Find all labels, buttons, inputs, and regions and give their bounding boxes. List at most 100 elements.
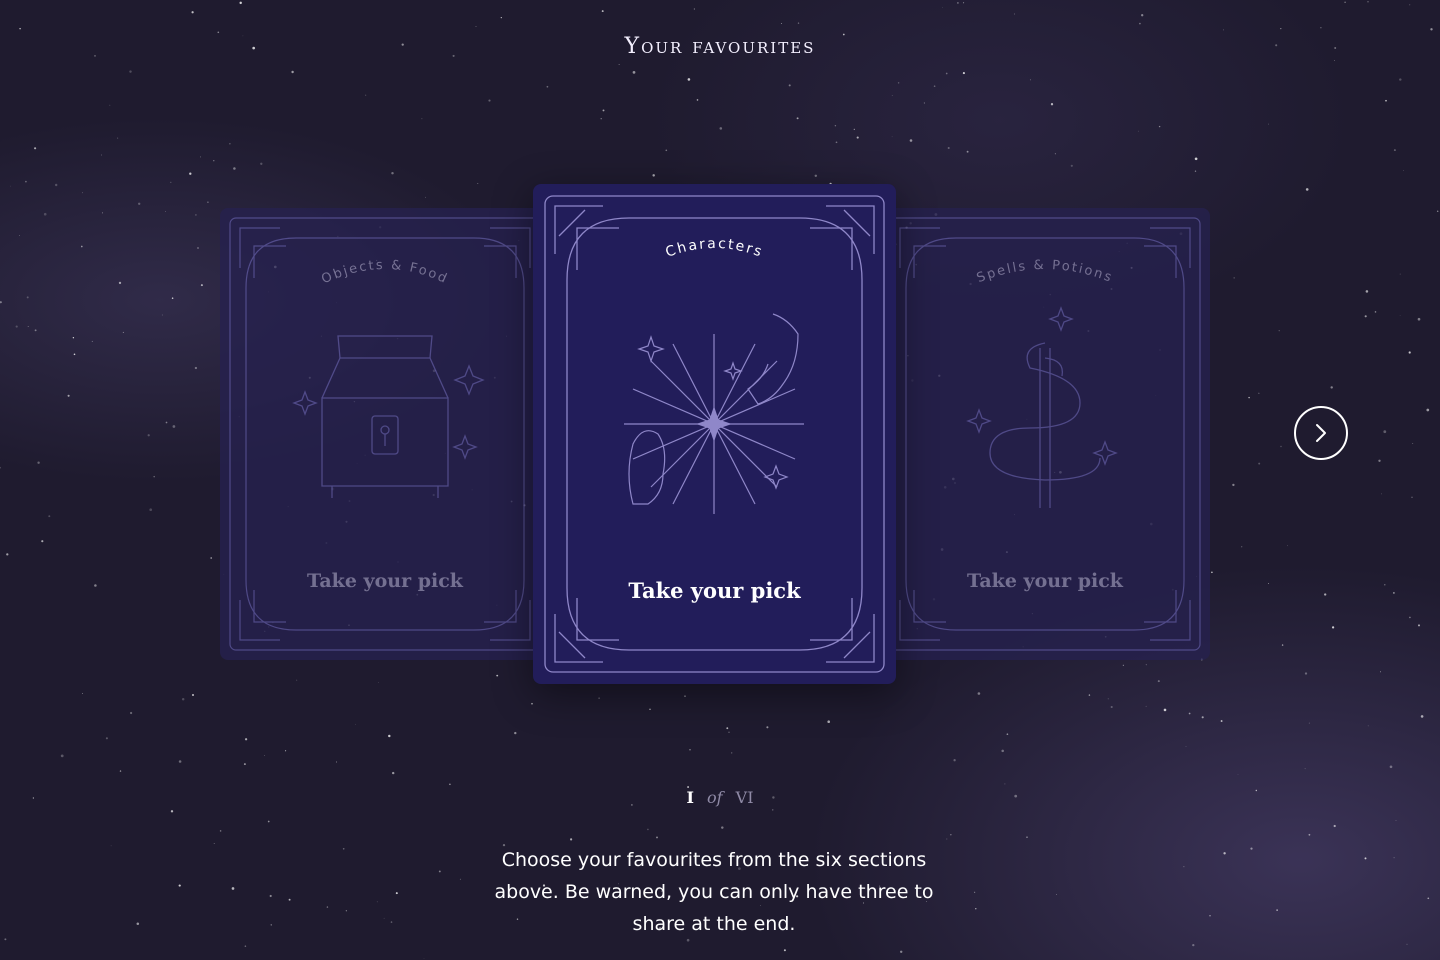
star xyxy=(1333,824,1336,828)
star xyxy=(269,894,272,898)
star xyxy=(1383,430,1387,434)
pager-total: VI xyxy=(735,788,754,807)
star xyxy=(239,1,242,5)
star xyxy=(1237,774,1239,775)
star xyxy=(1324,593,1327,596)
star xyxy=(1276,909,1278,911)
star xyxy=(94,584,97,587)
star xyxy=(1408,351,1411,354)
star xyxy=(1201,716,1204,719)
star xyxy=(392,771,395,775)
star xyxy=(72,337,75,339)
hands-starburst-icon xyxy=(624,313,804,514)
star xyxy=(383,917,385,919)
star xyxy=(19,27,21,30)
star xyxy=(1420,715,1424,718)
star xyxy=(267,820,270,823)
star xyxy=(260,162,263,165)
star xyxy=(1381,493,1383,495)
star xyxy=(531,702,533,705)
star xyxy=(438,870,441,873)
star xyxy=(138,202,141,205)
star xyxy=(37,461,40,464)
star xyxy=(1268,582,1269,584)
star xyxy=(91,340,93,342)
star xyxy=(647,828,649,831)
star xyxy=(1278,330,1280,332)
star xyxy=(117,137,119,139)
star xyxy=(191,11,194,14)
star xyxy=(600,118,602,120)
star xyxy=(1188,712,1191,715)
star xyxy=(488,99,491,102)
star xyxy=(1344,1,1346,4)
star xyxy=(598,697,600,699)
star xyxy=(1220,720,1223,722)
star xyxy=(459,878,461,880)
star xyxy=(244,945,247,947)
star xyxy=(365,94,367,96)
star xyxy=(514,731,517,735)
star xyxy=(923,102,925,104)
star xyxy=(165,421,168,424)
star xyxy=(326,906,329,908)
star xyxy=(731,752,733,754)
star xyxy=(210,557,213,559)
star xyxy=(378,682,379,683)
star xyxy=(34,329,37,332)
star xyxy=(1367,1,1369,3)
pager: I of VI xyxy=(0,788,1440,807)
star xyxy=(1393,857,1395,859)
star xyxy=(1004,783,1006,785)
star xyxy=(652,174,655,177)
next-button[interactable] xyxy=(1294,406,1348,460)
star xyxy=(1250,847,1253,850)
star xyxy=(1393,592,1395,594)
star xyxy=(73,353,76,356)
star xyxy=(966,150,969,153)
star xyxy=(1399,78,1402,81)
star xyxy=(1364,857,1367,860)
star xyxy=(25,180,27,183)
star xyxy=(1029,79,1031,81)
star xyxy=(1211,571,1213,574)
star xyxy=(425,196,426,198)
card-objects-food[interactable]: Objects & Food Take your pick xyxy=(220,208,550,660)
take-your-pick-label: Take your pick xyxy=(307,570,463,592)
star xyxy=(766,726,769,729)
star xyxy=(963,2,965,4)
star xyxy=(957,2,959,4)
card-category-label: Characters xyxy=(664,236,764,261)
star xyxy=(189,172,192,175)
star xyxy=(1258,462,1261,465)
star xyxy=(136,922,140,926)
star xyxy=(195,214,197,216)
star xyxy=(1248,396,1250,399)
star xyxy=(194,366,198,370)
star xyxy=(270,924,272,926)
star xyxy=(181,698,185,701)
star xyxy=(18,235,20,236)
pager-separator: of xyxy=(707,788,723,807)
star xyxy=(1399,315,1401,316)
card-characters[interactable]: Characters Take your pick xyxy=(533,184,896,684)
star xyxy=(1209,914,1211,917)
star xyxy=(1280,28,1282,30)
card-spells-potions[interactable]: Spells & Potions Take your pick xyxy=(880,208,1210,660)
card-frame: Spells & Potions xyxy=(889,217,1201,651)
star xyxy=(165,211,166,212)
star xyxy=(1258,392,1260,394)
star xyxy=(376,901,378,903)
star xyxy=(1001,749,1004,753)
star xyxy=(147,434,150,437)
star xyxy=(1403,170,1404,172)
star xyxy=(546,85,549,88)
star xyxy=(962,72,965,75)
star xyxy=(217,31,220,34)
star xyxy=(696,99,699,101)
star xyxy=(0,466,1,469)
star xyxy=(475,26,477,27)
star xyxy=(171,297,174,299)
star xyxy=(974,891,976,893)
star xyxy=(196,246,200,250)
